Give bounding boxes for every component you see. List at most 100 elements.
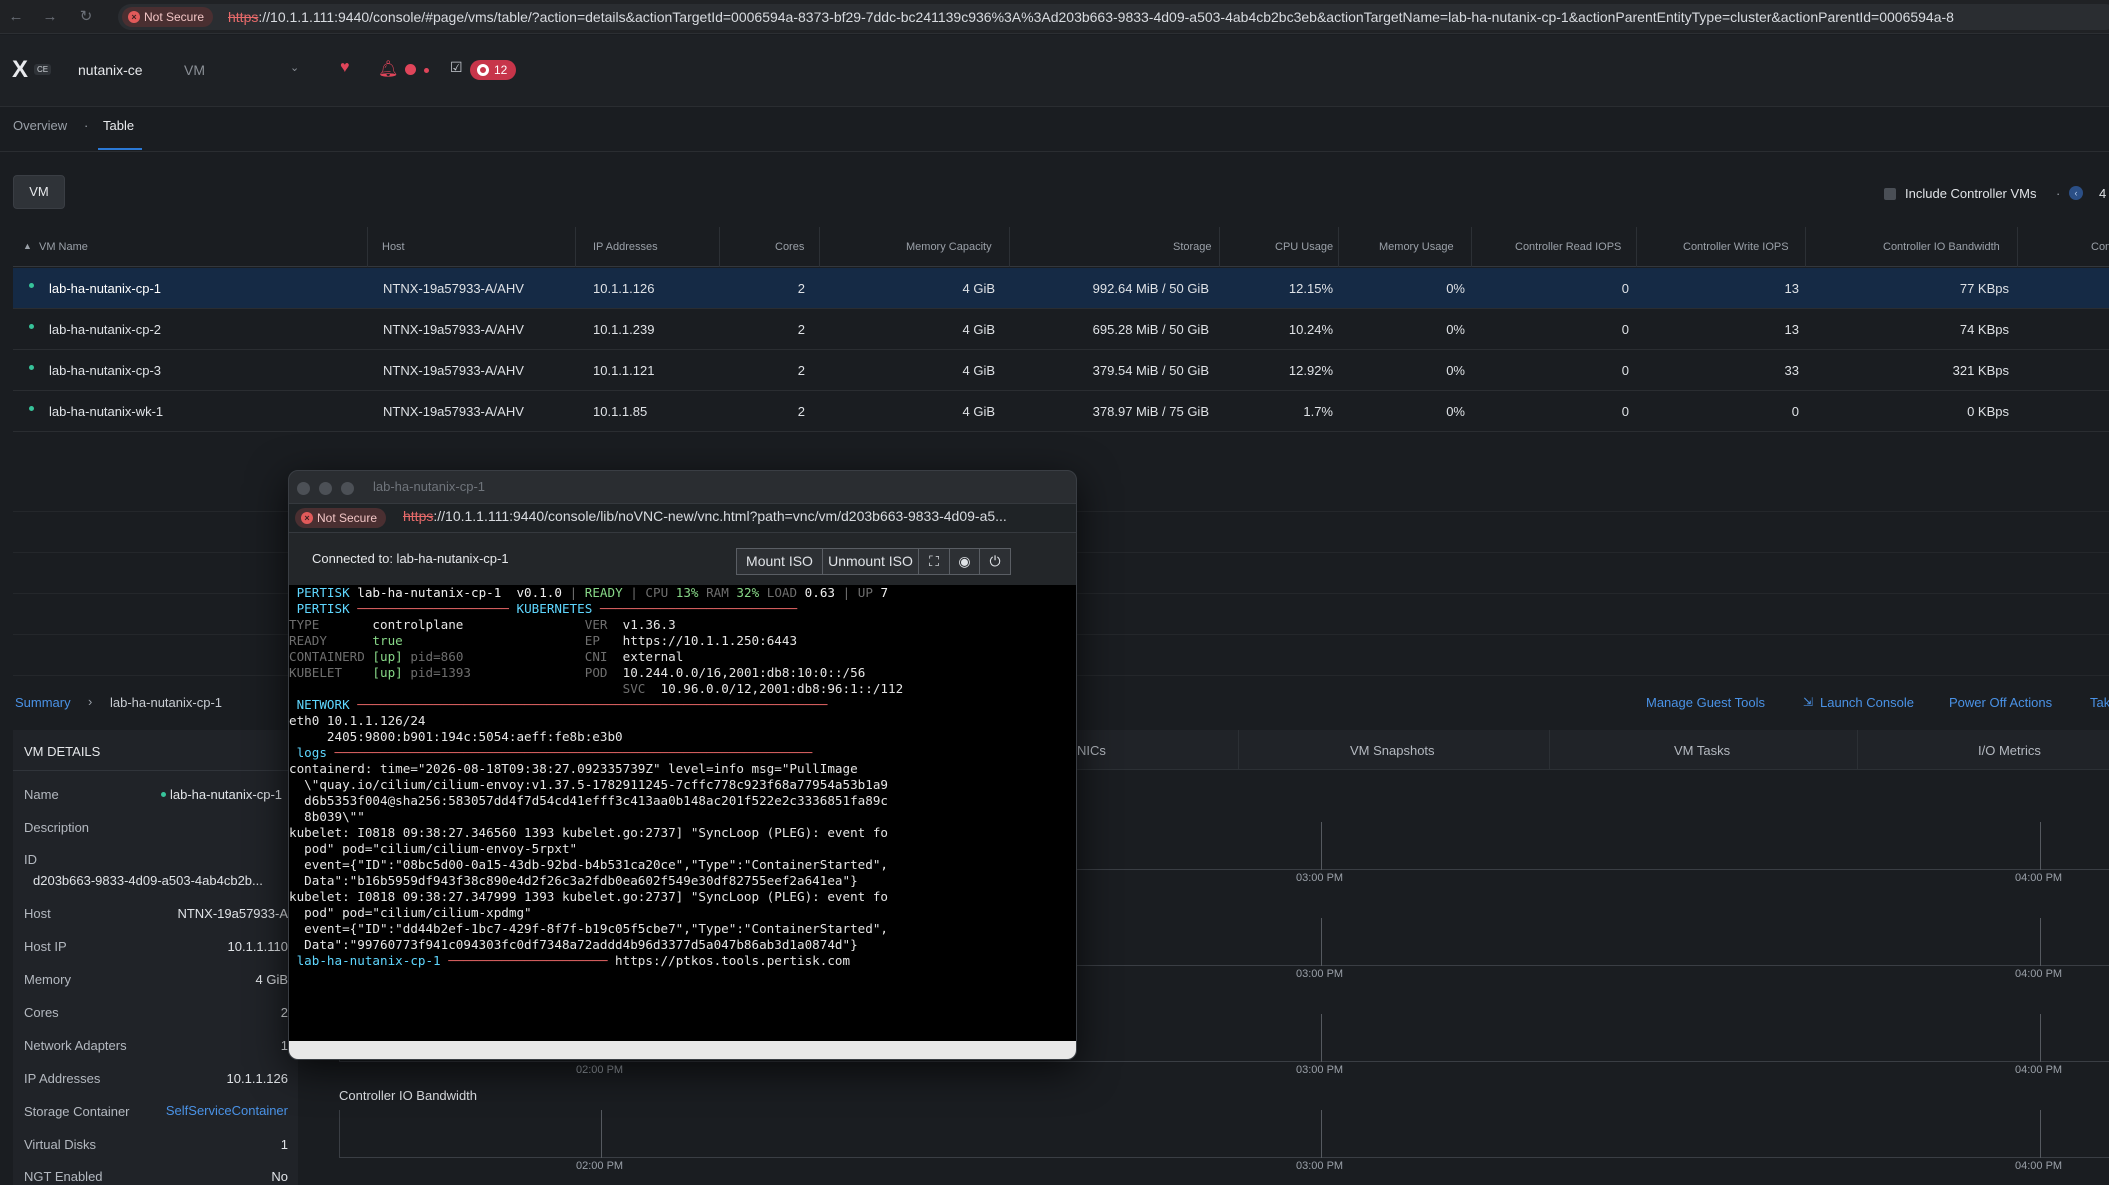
table-row[interactable]: lab-ha-nutanix-cp-3 NTNX-19a57933-A/AHV … xyxy=(13,350,2109,391)
col-controller-write-iops[interactable]: Controller Write IOPS xyxy=(1683,241,1789,253)
virtual-disks-label: Virtual Disks xyxy=(24,1137,97,1152)
tab-vm-snapshots[interactable]: VM Snapshots xyxy=(1350,743,1435,758)
task-count-badge[interactable]: 12 xyxy=(470,60,517,80)
vm-console-window[interactable]: lab-ha-nutanix-cp-1 × Not Secure https:/… xyxy=(288,470,1077,1060)
vm-name-cell[interactable]: lab-ha-nutanix-wk-1 xyxy=(49,404,163,419)
screenshot-camera-icon[interactable]: ◉ xyxy=(949,548,980,575)
power-off-actions-link[interactable]: Power Off Actions xyxy=(1949,695,2052,710)
critical-alert-icon[interactable] xyxy=(405,64,416,75)
time-label: 04:00 PM xyxy=(2015,1160,2063,1172)
time-label: 02:00 PM xyxy=(576,1160,624,1172)
warning-icon: × xyxy=(301,512,313,524)
tab-overview[interactable]: Overview xyxy=(13,118,67,133)
address-bar[interactable]: × Not Secure https://10.1.1.111:9440/con… xyxy=(118,4,2109,30)
terminal-line: 8b039\"" xyxy=(289,809,365,824)
bandwidth-cell: 0 KBps xyxy=(1967,404,2009,419)
tab-table[interactable]: Table xyxy=(103,118,134,133)
cores-cell: 2 xyxy=(797,281,805,296)
include-controller-label[interactable]: Include Controller VMs xyxy=(1905,186,2037,201)
time-label: 03:00 PM xyxy=(1296,1064,1344,1076)
col-con[interactable]: Con xyxy=(2091,241,2109,253)
terminal-line: kubelet: I0818 09:38:27.347999 1393 kube… xyxy=(289,889,888,904)
cluster-name[interactable]: nutanix-ce xyxy=(78,62,143,78)
status-icon xyxy=(29,365,34,370)
url-text[interactable]: https://10.1.1.111:9440/console/#page/vm… xyxy=(228,4,1954,30)
col-controller-read-iops[interactable]: Controller Read IOPS xyxy=(1515,241,1621,253)
col-storage[interactable]: Storage xyxy=(1173,241,1212,253)
power-icon[interactable]: ⏻ xyxy=(979,548,1011,575)
health-icon[interactable]: ♥ xyxy=(340,59,350,77)
task-status-icon xyxy=(477,64,489,76)
storage-container-link[interactable]: SelfServiceContainer xyxy=(140,1103,288,1118)
table-row[interactable]: lab-ha-nutanix-cp-1 NTNX-19a57933-A/AHV … xyxy=(13,268,2109,309)
close-window-icon[interactable] xyxy=(297,482,310,495)
id-value: d203b663-9833-4d09-a503-4ab4cb2b... xyxy=(33,873,263,888)
chevron-down-icon[interactable]: ⌄ xyxy=(290,61,299,74)
ip-cell: 10.1.1.121 xyxy=(593,363,655,378)
memory-usage-cell: 0% xyxy=(1446,281,1465,296)
memory-usage-cell: 0% xyxy=(1446,322,1465,337)
tab-vm-tasks[interactable]: VM Tasks xyxy=(1674,743,1730,758)
nutanix-logo-icon[interactable]: X xyxy=(12,57,28,83)
vm-name-cell[interactable]: lab-ha-nutanix-cp-3 xyxy=(49,363,161,378)
table-row[interactable]: lab-ha-nutanix-cp-2 NTNX-19a57933-A/AHV … xyxy=(13,309,2109,350)
memory-cell: 4 GiB xyxy=(962,363,995,378)
maximize-window-icon[interactable] xyxy=(341,482,354,495)
summary-link[interactable]: Summary xyxy=(15,695,71,710)
virtual-disks-value: 1 xyxy=(280,1137,288,1152)
col-divider xyxy=(819,227,820,267)
col-cpu-usage[interactable]: CPU Usage xyxy=(1275,241,1333,253)
col-memory-capacity[interactable]: Memory Capacity xyxy=(906,241,992,253)
col-vm-name[interactable]: VM Name xyxy=(39,241,88,253)
time-label: 03:00 PM xyxy=(1296,872,1344,884)
pager-prev-icon[interactable]: ‹ xyxy=(2069,186,2083,200)
col-host[interactable]: Host xyxy=(382,241,405,253)
bandwidth-cell: 321 KBps xyxy=(1952,363,2009,378)
time-gridline xyxy=(1321,1014,1322,1062)
entity-dropdown[interactable]: VM xyxy=(184,62,304,78)
col-controller-io-bandwidth[interactable]: Controller IO Bandwidth xyxy=(1883,241,2000,253)
storage-cell: 378.97 MiB / 75 GiB xyxy=(1092,404,1209,419)
tab-io-metrics[interactable]: I/O Metrics xyxy=(1978,743,2041,758)
storage-cell: 379.54 MiB / 50 GiB xyxy=(1092,363,1209,378)
col-divider xyxy=(1805,227,1806,267)
tab-divider xyxy=(1857,730,1858,770)
col-memory-usage[interactable]: Memory Usage xyxy=(1379,241,1454,253)
launch-console-link[interactable]: Launch Console xyxy=(1820,695,1914,710)
col-cores[interactable]: Cores xyxy=(775,241,804,253)
write-iops-cell: 13 xyxy=(1784,322,1799,337)
vm-type-button[interactable]: VM xyxy=(13,175,65,209)
not-secure-badge[interactable]: × Not Secure xyxy=(295,508,387,528)
back-icon[interactable]: ← xyxy=(6,7,26,27)
launch-console-icon[interactable]: ⇲ xyxy=(1803,695,1813,709)
include-controller-checkbox[interactable] xyxy=(1884,188,1896,200)
vm-name-cell[interactable]: lab-ha-nutanix-cp-2 xyxy=(49,322,161,337)
mount-iso-button[interactable]: Mount ISO xyxy=(736,548,823,575)
tasks-icon[interactable]: ☑ xyxy=(450,59,463,76)
manage-guest-tools-link[interactable]: Manage Guest Tools xyxy=(1646,695,1765,710)
description-label: Description xyxy=(24,820,90,835)
alert-bell-icon[interactable]: 🔔︎ xyxy=(378,59,398,79)
col-divider xyxy=(719,227,720,267)
active-tab-indicator xyxy=(98,148,142,150)
time-label: 02:00 PM xyxy=(576,1064,624,1076)
not-secure-badge[interactable]: × Not Secure xyxy=(122,7,214,27)
cores-value: 2 xyxy=(280,1005,288,1020)
breadcrumb-vm-name: lab-ha-nutanix-cp-1 xyxy=(110,695,223,710)
cpu-cell: 10.24% xyxy=(1288,322,1333,337)
take-snapshot-link[interactable]: Tak xyxy=(2090,695,2109,710)
vnc-terminal[interactable]: PERTISK lab-ha-nutanix-cp-1 v0.1.0 | REA… xyxy=(289,585,1076,1041)
storage-cell: 695.28 MiB / 50 GiB xyxy=(1092,322,1209,337)
col-ip[interactable]: IP Addresses xyxy=(593,241,658,253)
unmount-iso-button[interactable]: Unmount ISO xyxy=(822,548,919,575)
reload-icon[interactable]: ↻ xyxy=(76,7,96,27)
minimize-window-icon[interactable] xyxy=(319,482,332,495)
tab-nics[interactable]: NICs xyxy=(1077,743,1106,758)
sort-asc-icon[interactable]: ▲ xyxy=(23,241,32,251)
warning-alert-icon[interactable] xyxy=(424,68,429,73)
network-icon[interactable]: ⛶ xyxy=(918,548,950,575)
vm-name-cell[interactable]: lab-ha-nutanix-cp-1 xyxy=(49,281,161,296)
forward-icon[interactable]: → xyxy=(40,7,60,27)
console-url[interactable]: https://10.1.1.111:9440/console/lib/noVN… xyxy=(403,508,1007,524)
table-row[interactable]: lab-ha-nutanix-wk-1 NTNX-19a57933-A/AHV … xyxy=(13,391,2109,432)
